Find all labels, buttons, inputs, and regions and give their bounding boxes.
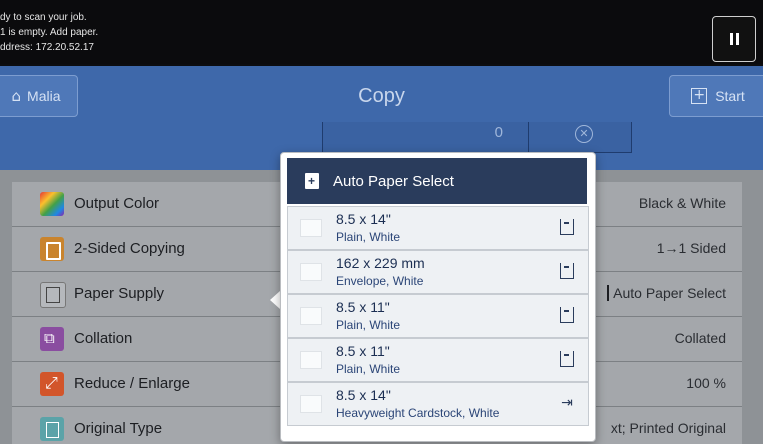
copy-app-screen: dy to scan your job. 1 is empty. Add pap… — [0, 0, 763, 444]
quantity-divider — [528, 122, 529, 152]
app-header: ⌂ Malia Copy + Start — [0, 66, 763, 124]
paper-supply-popup: Auto Paper Select 8.5 x 14" Plain, White… — [280, 152, 596, 442]
paper-thumbnail-icon — [300, 219, 322, 237]
tray-4-icon — [560, 351, 574, 367]
tray-type: Plain, White — [336, 230, 401, 244]
status-line-3: ddress: 172.20.52.17 — [0, 42, 94, 53]
auto-paper-label: Auto Paper Select — [333, 173, 454, 190]
feature-value: Collated — [674, 330, 726, 346]
tray-type: Plain, White — [336, 362, 401, 376]
two-sided-icon — [40, 237, 64, 261]
paper-thumbnail-icon — [300, 307, 322, 325]
tray-option-2[interactable]: 162 x 229 mm Envelope, White — [287, 250, 589, 294]
clear-quantity-icon[interactable]: ✕ — [575, 125, 593, 143]
envelope-thumbnail-icon — [300, 263, 322, 281]
feature-label: Original Type — [74, 420, 163, 437]
start-icon: + — [691, 88, 708, 104]
collation-icon — [40, 327, 64, 351]
reduce-enlarge-icon — [40, 372, 64, 396]
feature-value: 1→1 Sided — [656, 240, 726, 256]
tray-3-icon — [560, 307, 574, 323]
feature-value: Auto Paper Select — [607, 285, 726, 301]
tray-type: Plain, White — [336, 318, 401, 332]
tray-option-3[interactable]: 8.5 x 11" Plain, White — [287, 294, 589, 338]
tray-option-1[interactable]: 8.5 x 14" Plain, White — [287, 206, 589, 250]
quantity-field[interactable]: 0 ✕ — [322, 122, 632, 153]
tray-option-5[interactable]: 8.5 x 14" Heavyweight Cardstock, White ⇥ — [287, 382, 589, 426]
start-button[interactable]: + Start — [669, 75, 763, 117]
feature-value: xt; Printed Original — [610, 420, 726, 436]
auto-paper-select-option[interactable]: Auto Paper Select — [287, 158, 587, 204]
pause-icon — [729, 33, 733, 45]
tray-size: 8.5 x 11" — [336, 299, 390, 315]
paper-thumbnail-icon — [300, 395, 322, 413]
page-title: Copy — [358, 85, 405, 107]
status-messages: dy to scan your job. 1 is empty. Add pap… — [0, 10, 98, 55]
tray-size: 8.5 x 14" — [336, 387, 391, 403]
bypass-tray-icon: ⇥ — [561, 395, 573, 411]
tray-2-icon — [560, 263, 574, 279]
output-color-icon — [40, 192, 64, 216]
pause-button[interactable] — [712, 16, 756, 62]
auto-paper-icon — [305, 173, 319, 189]
tray-size: 162 x 229 mm — [336, 255, 425, 271]
feature-value: 100 % — [686, 375, 726, 391]
original-type-icon — [40, 417, 64, 441]
status-bar: dy to scan your job. 1 is empty. Add pap… — [0, 0, 763, 64]
start-button-label: Start — [715, 88, 745, 104]
feature-label: 2-Sided Copying — [74, 240, 185, 257]
paper-supply-icon — [40, 282, 66, 308]
popup-pointer — [270, 291, 280, 309]
quantity-value: 0 — [494, 124, 503, 141]
status-line-2: 1 is empty. Add paper. — [0, 27, 99, 38]
paper-thumbnail-icon — [300, 351, 322, 369]
tray-type: Envelope, White — [336, 274, 424, 288]
tray-type: Heavyweight Cardstock, White — [336, 406, 500, 420]
feature-label: Collation — [74, 330, 133, 347]
tray-option-4[interactable]: 8.5 x 11" Plain, White — [287, 338, 589, 382]
feature-value: Black & White — [638, 195, 726, 211]
feature-label: Output Color — [74, 195, 160, 212]
status-line-1: dy to scan your job. — [0, 12, 87, 23]
tray-size: 8.5 x 11" — [336, 343, 390, 359]
feature-label: Reduce / Enlarge — [74, 375, 190, 392]
feature-label: Paper Supply — [74, 285, 165, 302]
tray-1-icon — [560, 219, 574, 235]
tray-size: 8.5 x 14" — [336, 211, 391, 227]
